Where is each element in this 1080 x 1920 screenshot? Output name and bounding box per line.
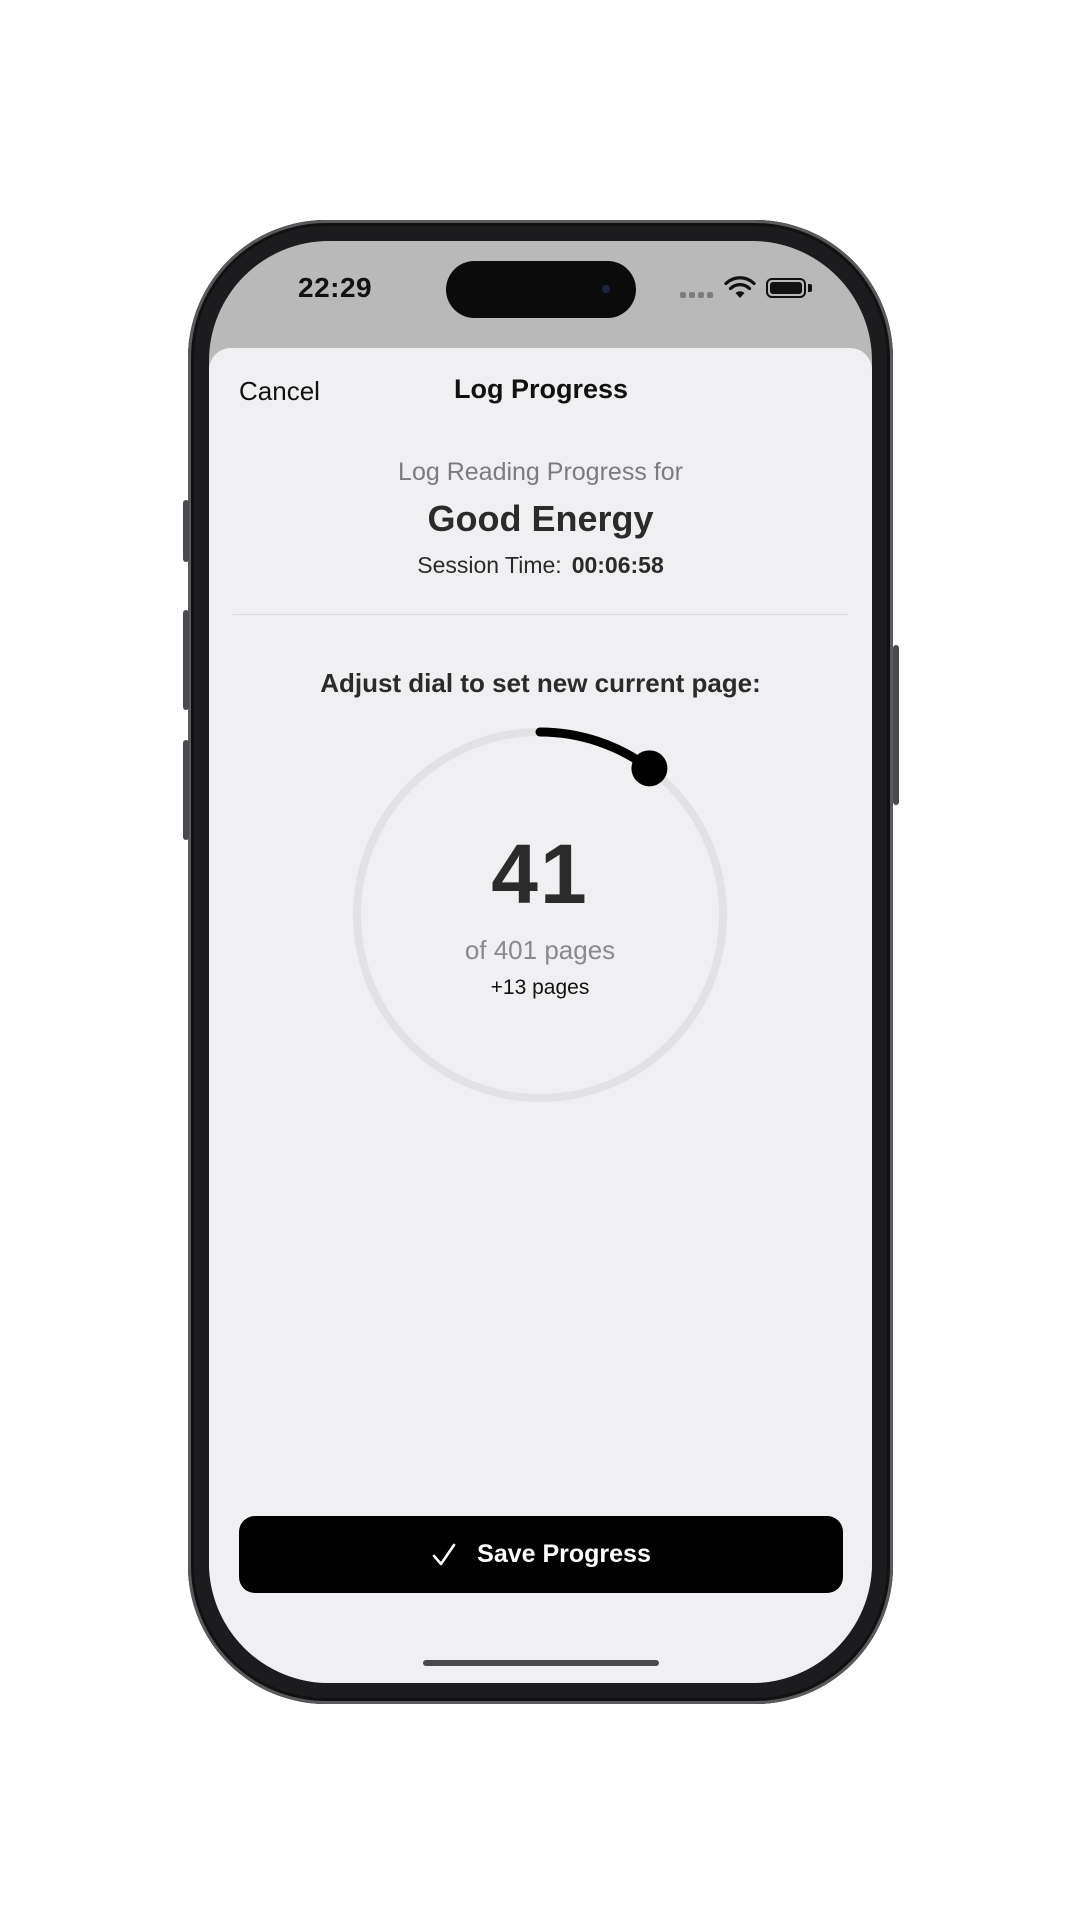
session-time-value: 00:06:58: [571, 552, 664, 578]
wifi-icon: [724, 276, 756, 298]
total-pages-label: of 401 pages: [464, 935, 616, 965]
book-title: Good Energy: [427, 498, 654, 539]
session-time-row: Session Time: 00:06:58: [209, 552, 872, 579]
session-time-label: Session Time:: [417, 552, 562, 578]
save-progress-label: Save Progress: [477, 1540, 651, 1568]
home-indicator[interactable]: [423, 1660, 659, 1666]
cellular-dots-icon: [680, 292, 714, 298]
save-progress-button[interactable]: Save Progress: [239, 1516, 843, 1593]
battery-icon: [766, 278, 806, 298]
battery-tip: [808, 284, 812, 292]
sheet-subtitle: Log Reading Progress for: [398, 458, 683, 486]
power-button: [893, 645, 899, 805]
checkmark-icon: [432, 1543, 456, 1565]
pages-delta-label: +13 pages: [490, 976, 590, 999]
sheet-title: Log Progress: [453, 374, 629, 404]
front-camera: [600, 283, 612, 295]
volume-down-button: [183, 740, 189, 840]
volume-up-button: [183, 610, 189, 710]
status-time: 22:29: [298, 272, 373, 303]
divider: [233, 614, 848, 615]
dial-handle[interactable]: [631, 750, 668, 787]
action-button: [183, 500, 189, 562]
dial-instruction: Adjust dial to set new current page:: [320, 668, 761, 698]
cancel-button[interactable]: Cancel: [239, 376, 320, 407]
current-page-number: 41: [491, 827, 589, 921]
